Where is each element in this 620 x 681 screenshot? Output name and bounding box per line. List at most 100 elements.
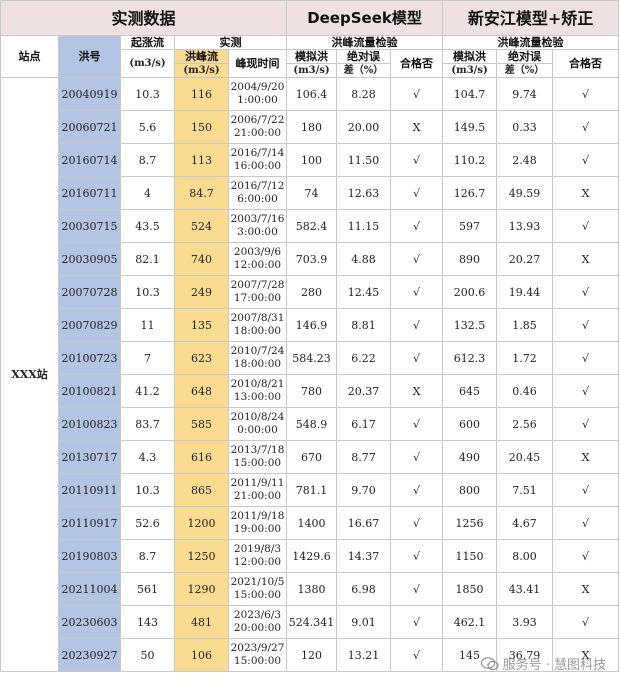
- ds-err-cell: 6.22: [336, 341, 392, 375]
- xaj-pass-header: 合格否: [552, 49, 620, 78]
- xaj-err-cell: 2.56: [496, 407, 554, 441]
- ds-err-cell: 11.15: [336, 209, 392, 243]
- xaj-err-cell: 8.00: [496, 539, 554, 573]
- xaj-pass-cell: √: [552, 539, 620, 573]
- peak-time-cell: 2019/8/3 12:00:00: [227, 539, 288, 573]
- ds-pass-cell: √: [390, 407, 444, 441]
- xaj-sim-cell: 1256: [442, 506, 498, 540]
- ds-pass-cell: √: [390, 572, 444, 606]
- ds-pass-cell: √: [390, 77, 444, 111]
- peak-date: 2010/8/21: [230, 378, 285, 390]
- ds-err-cell: 9.01: [336, 605, 392, 639]
- xaj-err-cell: 43.41: [496, 572, 554, 606]
- xaj-pass-cell: √: [552, 605, 620, 639]
- peak-time-cell: 2007/7/28 17:00:00: [227, 275, 288, 309]
- station-cell: XXX站: [0, 77, 59, 672]
- peak-time-cell: 2010/8/21 13:00:00: [227, 374, 288, 408]
- xaj-err-cell: 19.44: [496, 275, 554, 309]
- base-flow-cell: 43.5: [120, 209, 175, 243]
- peak-clock: 12:00:00: [233, 556, 282, 568]
- ds-err-cell: 12.45: [336, 275, 392, 309]
- watermark-text: 服务号 · 慧图科技: [502, 658, 606, 673]
- table-row: 20100821 41.2 648 2010/8/21 13:00:00 780 20.37…: [1, 374, 620, 408]
- peak-clock: 6:00:00: [237, 193, 278, 205]
- table-row: 20060721 5.6 150 2006/7/22 21:00:00 180 20.00 X…: [1, 110, 620, 144]
- peak-date: 2006/7/22: [230, 114, 285, 126]
- flood-id-cell: 20110911: [58, 473, 121, 507]
- ds-sim-cell: 180: [286, 110, 338, 144]
- peak-flow-cell: 1200: [174, 506, 229, 540]
- base-flow-cell: 50: [120, 638, 175, 672]
- flood-id-cell: 20070829: [58, 308, 121, 342]
- base-flow-cell: 4: [120, 176, 175, 210]
- ds-sim-cell: 280: [286, 275, 338, 309]
- peak-time-cell: 2021/10/5 15:00:00: [227, 572, 288, 606]
- xaj-pass-cell: √: [552, 473, 620, 507]
- wechat-icon: [480, 656, 499, 670]
- ds-err-cell: 8.28: [336, 77, 392, 111]
- ds-pass-cell: √: [390, 473, 444, 507]
- ds-pass-cell: √: [390, 308, 444, 342]
- peak-clock: 15:00:00: [233, 457, 282, 469]
- xaj-err-cell: 0.33: [496, 110, 554, 144]
- base-flow-cell: 7: [120, 341, 175, 375]
- ds-pass-cell: √: [390, 209, 444, 243]
- peak-date: 2019/8/3: [233, 543, 282, 555]
- base-flow-cell: 10.3: [120, 473, 175, 507]
- peak-flow-cell: 481: [174, 605, 229, 639]
- ds-sim-cell: 781.1: [286, 473, 338, 507]
- xaj-err-cell: 2.48: [496, 143, 554, 177]
- xaj-pass-cell: √: [552, 275, 620, 309]
- ds-err-cell: 20.37: [336, 374, 392, 408]
- xaj-sim-header: 模拟洪: [442, 49, 498, 64]
- flood-id-cell: 20100821: [58, 374, 121, 408]
- ds-err-cell: 16.67: [336, 506, 392, 540]
- peak-flow-cell: 84.7: [174, 176, 229, 210]
- flood-id-cell: 20100723: [58, 341, 121, 375]
- xaj-sim-cell: 200.6: [442, 275, 498, 309]
- peak-flow-cell: 740: [174, 242, 229, 276]
- peak-date: 2021/10/5: [230, 576, 285, 588]
- ds-err-cell: 20.00: [336, 110, 392, 144]
- ds-pass-cell: √: [390, 506, 444, 540]
- peak-flow-cell: 585: [174, 407, 229, 441]
- peak-flow-cell: 865: [174, 473, 229, 507]
- xaj-sim-cell: 149.5: [442, 110, 498, 144]
- ds-err-unit: 差（%）: [336, 63, 392, 78]
- flood-id-cell: 20190803: [58, 539, 121, 573]
- peak-clock: 16:00:00: [233, 160, 282, 172]
- peak-time-cell: 2003/7/16 3:00:00: [227, 209, 288, 243]
- peak-date: 2004/9/20: [230, 81, 285, 93]
- base-flow-cell: 11: [120, 308, 175, 342]
- peak-time-cell: 2011/9/11 21:00:00: [227, 473, 288, 507]
- table-row: 20230603 143 481 2023/6/3 20:00:00 524.341 9.0…: [1, 605, 620, 639]
- ds-sim-cell: 74: [286, 176, 338, 210]
- ds-err-cell: 13.21: [336, 638, 392, 672]
- peak-time-cell: 2006/7/22 21:00:00: [227, 110, 288, 144]
- ds-pass-cell: √: [390, 176, 444, 210]
- xaj-sim-cell: 612.3: [442, 341, 498, 375]
- peak-clock: 13:00:00: [233, 391, 282, 403]
- base-flow-cell: 82.1: [120, 242, 175, 276]
- table-body: XXX站 20040919 10.3 116 2004/9/20 1:00:00 106.4…: [0, 77, 620, 672]
- ds-sim-cell: 146.9: [286, 308, 338, 342]
- peak-date: 2016/7/14: [230, 147, 285, 159]
- flood-id-cell: 20030905: [58, 242, 121, 276]
- xaj-sim-cell: 110.2: [442, 143, 498, 177]
- ds-pass-cell: X: [390, 110, 444, 144]
- table-row: 20190803 8.7 1250 2019/8/3 12:00:00 1429.6 14.…: [1, 539, 620, 573]
- ds-sim-cell: 780: [286, 374, 338, 408]
- ds-sim-cell: 524.341: [286, 605, 338, 639]
- xaj-sim-cell: 597: [442, 209, 498, 243]
- peak-clock: 15:00:00: [233, 589, 282, 601]
- peak-flow-cell: 1290: [174, 572, 229, 606]
- peak-flow-cell: 135: [174, 308, 229, 342]
- peak-clock: 15:00:00: [233, 655, 282, 667]
- peak-date: 2023/9/27: [230, 642, 285, 654]
- peak-flow-cell: 249: [174, 275, 229, 309]
- xaj-err-unit: 差（%）: [496, 63, 554, 78]
- xaj-sim-cell: 104.7: [442, 77, 498, 111]
- xaj-sim-cell: 462.1: [442, 605, 498, 639]
- ds-sim-cell: 120: [286, 638, 338, 672]
- ds-pass-header: 合格否: [390, 49, 444, 78]
